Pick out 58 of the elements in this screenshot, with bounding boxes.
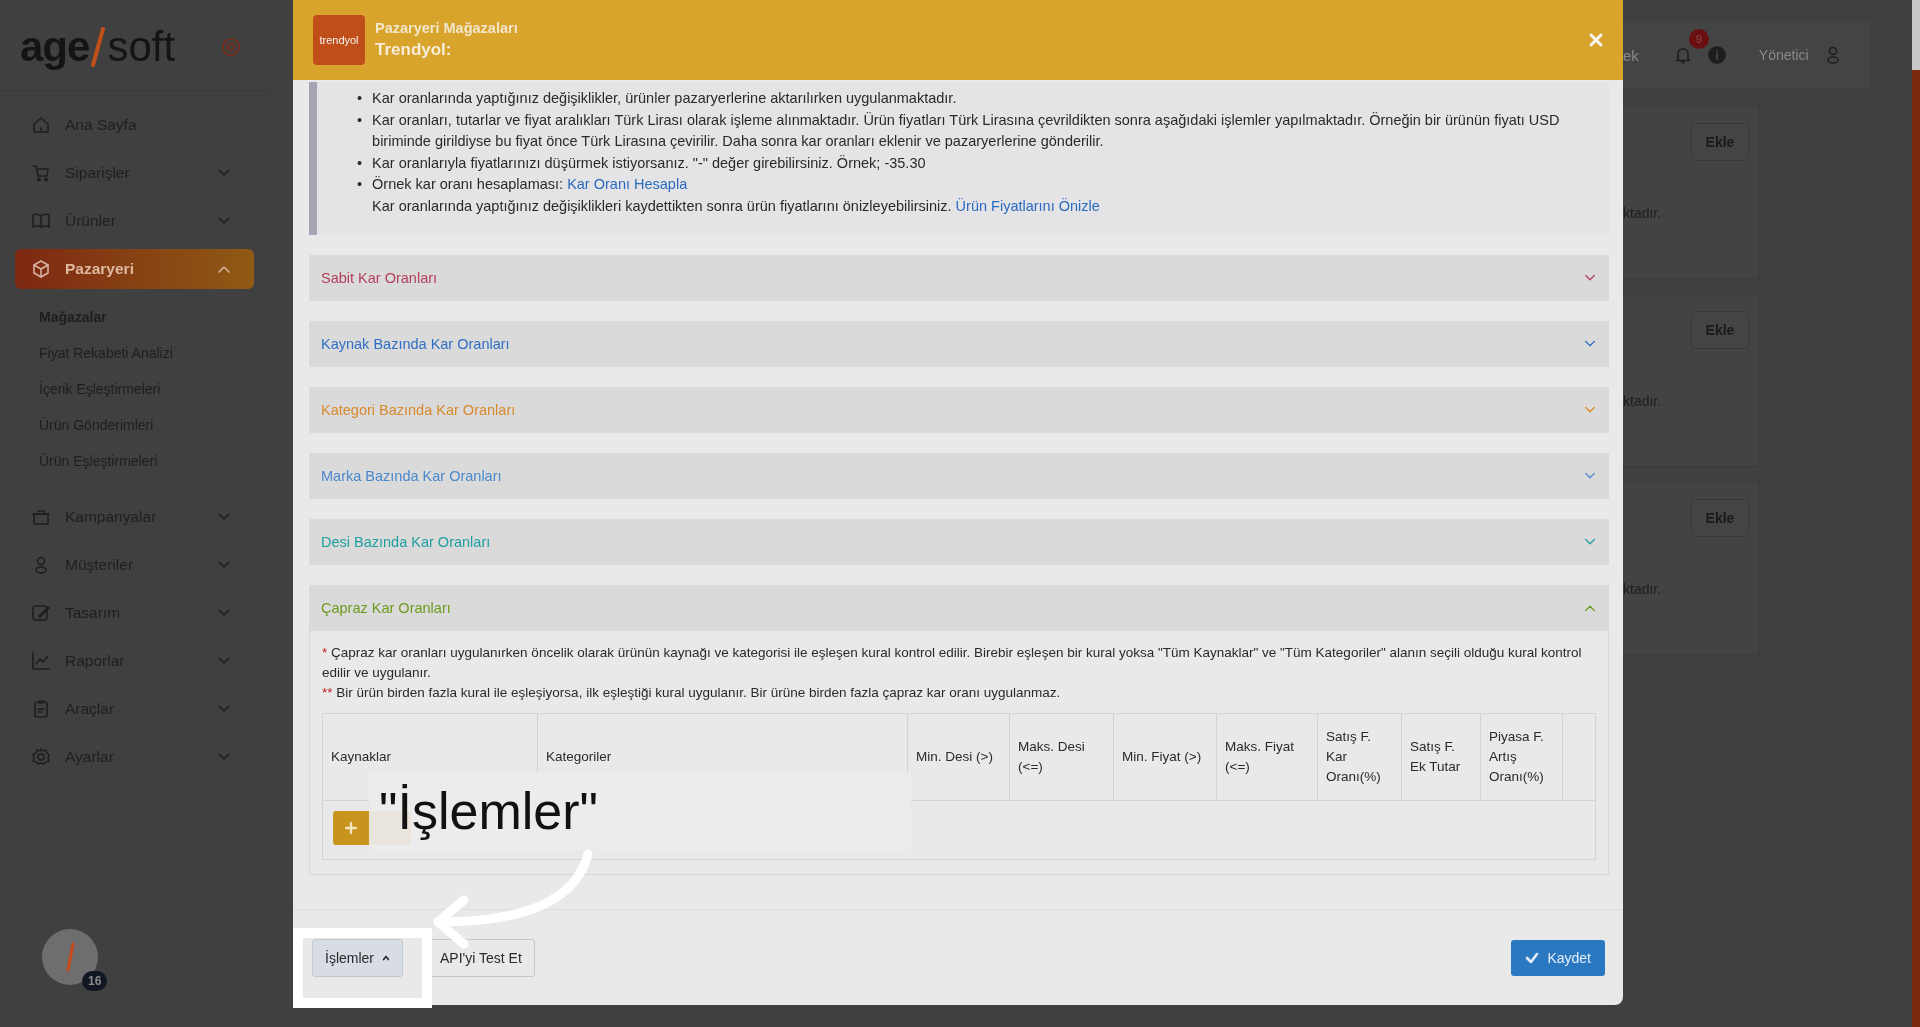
accordion-header[interactable]: Desi Bazında Kar Oranları <box>309 519 1609 565</box>
save-button[interactable]: Kaydet <box>1511 939 1605 976</box>
link[interactable]: Ürün Fiyatlarını Önizle <box>955 197 1100 214</box>
store-logo: trendyol <box>313 15 365 65</box>
box-icon <box>31 259 51 279</box>
column-header: Maks. Fiyat (<=) <box>1217 714 1318 800</box>
info-text: Örnek kar oranı hesaplaması: <box>372 176 564 192</box>
accordion-header[interactable]: Kategori Bazında Kar Oranları <box>309 387 1609 433</box>
bullet: • <box>357 153 363 173</box>
bullet: • <box>357 89 363 108</box>
target-icon <box>221 37 241 57</box>
info-text: Kar oranları, tutarlar ve fiyat aralıkları Türk Lirası olarak işleme alınmaktadır. Ürün fiyatları Türk Lirasına çevrildikten sonra aşağıdaki işlemler yapılmaktadır. Örneğin bir ürünün fiyatı USD biriminde girildiyse bu fiyat önce Türk Lirasına çevirilir. Daha sonra kar oranları eklenir ve pazaryerlerine gönderilir. <box>372 111 1560 149</box>
actions-button[interactable]: İşlemler <box>312 938 403 977</box>
column-header: Maks. Desi (<=) <box>1010 714 1114 800</box>
modal-title: Pazaryeri Mağazaları <box>375 20 519 36</box>
column-header: Piyasa F. Artış Oranı(%) <box>1481 714 1563 800</box>
cart-icon <box>31 163 51 183</box>
accordion-title: Sabit Kar Oranları <box>321 270 438 286</box>
bullet: • <box>357 175 363 194</box>
close-icon[interactable] <box>1589 33 1603 47</box>
column-header: Satış F. Kar Oranı(%) <box>1318 714 1402 800</box>
basket-icon <box>31 507 51 527</box>
clipboard-icon <box>31 699 51 719</box>
accordion-header[interactable]: Sabit Kar Oranları <box>309 255 1609 301</box>
accordion-header[interactable]: Marka Bazında Kar Oranları <box>309 453 1609 499</box>
scrollbar[interactable] <box>1912 0 1920 1027</box>
accordion-title: Desi Bazında Kar Oranları <box>321 534 491 550</box>
info-text: Kar oranlarında yaptığınız değişiklikler, ürünler pazaryerlerine aktarılırken uygulanmaktadır. <box>372 90 957 106</box>
store-name: Trendyol: <box>375 40 453 60</box>
note-text: ** Bir ürün birden fazla kural ile eşleşiyorsa, ilk eşleştiği kural uygulanır. Bir ürüne birden fazla çapraz kar oranı uygulanmaz. <box>322 684 1062 702</box>
check-icon <box>1525 950 1540 965</box>
pencil-icon <box>31 603 51 623</box>
info-icon <box>1706 45 1727 65</box>
plus-icon <box>345 822 357 834</box>
accordion-header[interactable]: Kaynak Bazında Kar Oranları <box>309 321 1609 367</box>
count-badge: 16 <box>82 971 108 991</box>
sidebar-item[interactable]: Pazaryeri <box>15 249 254 289</box>
column-header: Satış F. Ek Tutar <box>1402 714 1481 800</box>
slash-icon <box>65 942 75 972</box>
accordion-title: Kaynak Bazında Kar Oranları <box>321 336 510 352</box>
home-icon <box>31 115 51 135</box>
column-header: Min. Fiyat (>) <box>1114 714 1217 800</box>
caret-icon <box>382 953 390 962</box>
accordion-header[interactable]: Çapraz Kar Oranları <box>309 585 1609 631</box>
gear-icon <box>31 747 51 767</box>
accordion-title: Çapraz Kar Oranları <box>321 600 451 616</box>
bullet: • <box>357 110 363 130</box>
header-text: ek <box>1623 46 1639 64</box>
note-text: * Çapraz kar oranları uygulanırken öncelik olarak ürünün kaynağı ve kategorisi ile eşleşen kural kontrol edilir. Birebir eşleşen bir kural yoksa "Tüm Kaynaklar" ve "Tüm Kategoriler" alanın seçili olduğu kural kontrol edilir ve uygulanır. <box>322 644 1583 682</box>
user-name[interactable]: Yönetici <box>1758 47 1809 63</box>
info-text: Kar oranlarıyla fiyatlarınızı düşürmek istiyorsanız. "-" değer girebilirsiniz. Örnek; -35.30 <box>372 154 926 171</box>
accordion-title: Marka Bazında Kar Oranları <box>321 468 502 484</box>
info-text: Kar oranlarında yaptığınız değişiklikleri kaydettikten sonra ürün fiyatlarını önizleyebilirsiniz. <box>372 197 952 214</box>
link[interactable]: Kar Oranı Hesapla <box>567 176 688 192</box>
book-icon <box>31 211 51 231</box>
chart-icon <box>31 651 51 671</box>
accordion-title: Kategori Bazında Kar Oranları <box>321 402 516 418</box>
slash-icon <box>91 27 106 67</box>
